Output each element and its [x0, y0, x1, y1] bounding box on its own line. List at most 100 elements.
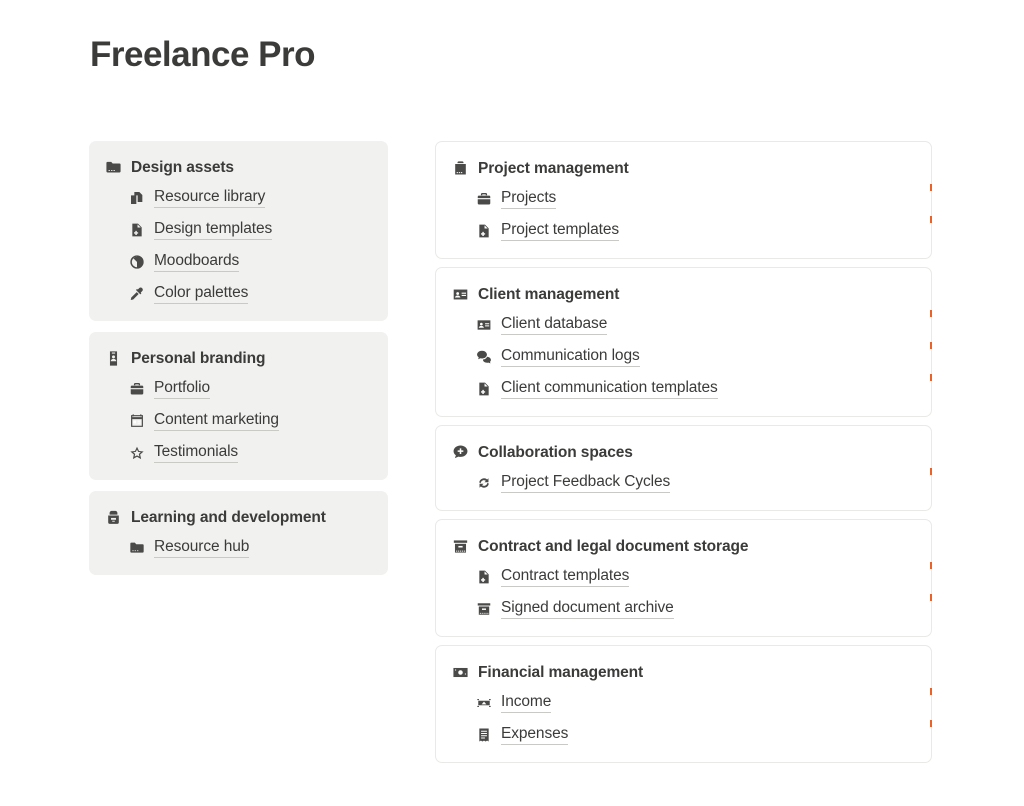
category-card: Financial management Income Expenses [435, 645, 932, 763]
tree-child-link[interactable]: Project templates [501, 221, 619, 241]
tree-child-row[interactable]: Content marketing [129, 409, 372, 432]
tree-child-row[interactable]: Signed document archive [476, 597, 915, 620]
tree-child-link[interactable]: Communication logs [501, 347, 640, 367]
file-plus-icon [476, 381, 492, 397]
clipboard-icon [452, 160, 469, 177]
tree-child-row[interactable]: Resource hub [129, 536, 372, 559]
tree-child-link[interactable]: Income [501, 693, 551, 713]
edge-marker [930, 688, 932, 695]
tree-child-link[interactable]: Client communication templates [501, 379, 718, 399]
tree-header-label: Design assets [131, 158, 234, 176]
category-children: Project Feedback Cycles [452, 471, 915, 494]
tree-child-link[interactable]: Expenses [501, 725, 568, 745]
tree-header-row: Learning and development [105, 506, 372, 529]
left-column: Design assets Resource library Design temp… [89, 141, 388, 575]
id-badge-icon [105, 350, 122, 367]
category-children: Portfolio Content marketing Testimonials [105, 377, 372, 464]
tree-child-link[interactable]: Signed document archive [501, 599, 674, 619]
tree-child-link[interactable]: Contract templates [501, 567, 629, 587]
eyedropper-icon [129, 286, 145, 302]
edge-marker [930, 216, 932, 223]
tree-header-label: Personal branding [131, 349, 266, 367]
tree-header-row: Design assets [105, 156, 372, 179]
category-card: Contract and legal document storage Contr… [435, 519, 932, 637]
contrast-circle-icon [129, 254, 145, 270]
folder-icon [105, 159, 122, 176]
archive-box-icon [452, 538, 469, 555]
edge-marker [930, 184, 932, 191]
money-bill-icon [476, 695, 492, 711]
tree-child-row[interactable]: Contract templates [476, 565, 915, 588]
tree-header-label: Financial management [478, 663, 644, 681]
tree-child-link[interactable]: Resource library [154, 188, 265, 208]
category-children: Income Expenses [452, 691, 915, 746]
tree-child-row[interactable]: Projects [476, 187, 915, 210]
tree-child-row[interactable]: Design templates [129, 218, 372, 241]
archive-box-icon [476, 601, 492, 617]
receipt-icon [476, 727, 492, 743]
tree-child-link[interactable]: Client database [501, 315, 607, 335]
tree-child-row[interactable]: Portfolio [129, 377, 372, 400]
tree-child-row[interactable]: Testimonials [129, 441, 372, 464]
edge-marker [930, 468, 932, 475]
edge-marker [930, 594, 932, 601]
tree-header-row: Personal branding [105, 347, 372, 370]
tree-child-row[interactable]: Client database [476, 313, 915, 336]
category-children: Resource library Design templates Moodboar… [105, 186, 372, 305]
backpack-icon [105, 509, 122, 526]
calendar-icon [129, 413, 145, 429]
page-title: Freelance Pro [90, 35, 316, 74]
edge-marker [930, 310, 932, 317]
tree-header-label: Learning and development [131, 508, 326, 526]
tree-child-row[interactable]: Resource library [129, 186, 372, 209]
file-plus-icon [476, 223, 492, 239]
tree-child-link[interactable]: Design templates [154, 220, 272, 240]
tree-header-label: Collaboration spaces [478, 443, 633, 461]
tree-child-link[interactable]: Color palettes [154, 284, 248, 304]
chat-bubbles-icon [476, 349, 492, 365]
tree-child-row[interactable]: Project templates [476, 219, 915, 242]
contact-card-icon [476, 317, 492, 333]
tree-child-row[interactable]: Client communication templates [476, 377, 915, 400]
category-card: Project management Projects Project templa… [435, 141, 932, 259]
tree-child-row[interactable]: Project Feedback Cycles [476, 471, 915, 494]
star-icon [129, 445, 145, 461]
tree-child-row[interactable]: Moodboards [129, 250, 372, 273]
tree-header-row: Project management [452, 157, 915, 180]
tree-child-link[interactable]: Content marketing [154, 411, 279, 431]
edge-marker [930, 720, 932, 727]
tree-header-row: Contract and legal document storage [452, 535, 915, 558]
tree-header-row: Client management [452, 283, 915, 306]
contact-card-icon [452, 286, 469, 303]
tree-child-link[interactable]: Project Feedback Cycles [501, 473, 670, 493]
tree-child-link[interactable]: Resource hub [154, 538, 249, 558]
tree-child-row[interactable]: Color palettes [129, 282, 372, 305]
edge-marker [930, 374, 932, 381]
right-column: Project management Projects Project templa… [435, 141, 932, 763]
edge-marker [930, 562, 932, 569]
tree-child-row[interactable]: Income [476, 691, 915, 714]
tree-child-link[interactable]: Projects [501, 189, 556, 209]
chat-plus-icon [452, 444, 469, 461]
folder-icon [129, 540, 145, 556]
tree-header-label: Client management [478, 285, 620, 303]
tree-header-row: Collaboration spaces [452, 441, 915, 464]
edge-marker [930, 342, 932, 349]
category-card: Personal branding Portfolio Content market… [89, 332, 388, 480]
tree-header-row: Financial management [452, 661, 915, 684]
tree-child-link[interactable]: Testimonials [154, 443, 238, 463]
category-children: Contract templates Signed document archiv… [452, 565, 915, 620]
file-plus-icon [476, 569, 492, 585]
category-children: Client database Communication logs Client … [452, 313, 915, 400]
tree-header-label: Contract and legal document storage [478, 537, 749, 555]
tree-child-link[interactable]: Moodboards [154, 252, 239, 272]
tree-child-link[interactable]: Portfolio [154, 379, 210, 399]
banknote-icon [452, 664, 469, 681]
category-children: Projects Project templates [452, 187, 915, 242]
tree-child-row[interactable]: Communication logs [476, 345, 915, 368]
tree-child-row[interactable]: Expenses [476, 723, 915, 746]
category-card: Client management Client database Communic… [435, 267, 932, 417]
copy-documents-icon [129, 190, 145, 206]
content-columns: Design assets Resource library Design temp… [89, 141, 969, 763]
category-card: Learning and development Resource hub [89, 491, 388, 575]
